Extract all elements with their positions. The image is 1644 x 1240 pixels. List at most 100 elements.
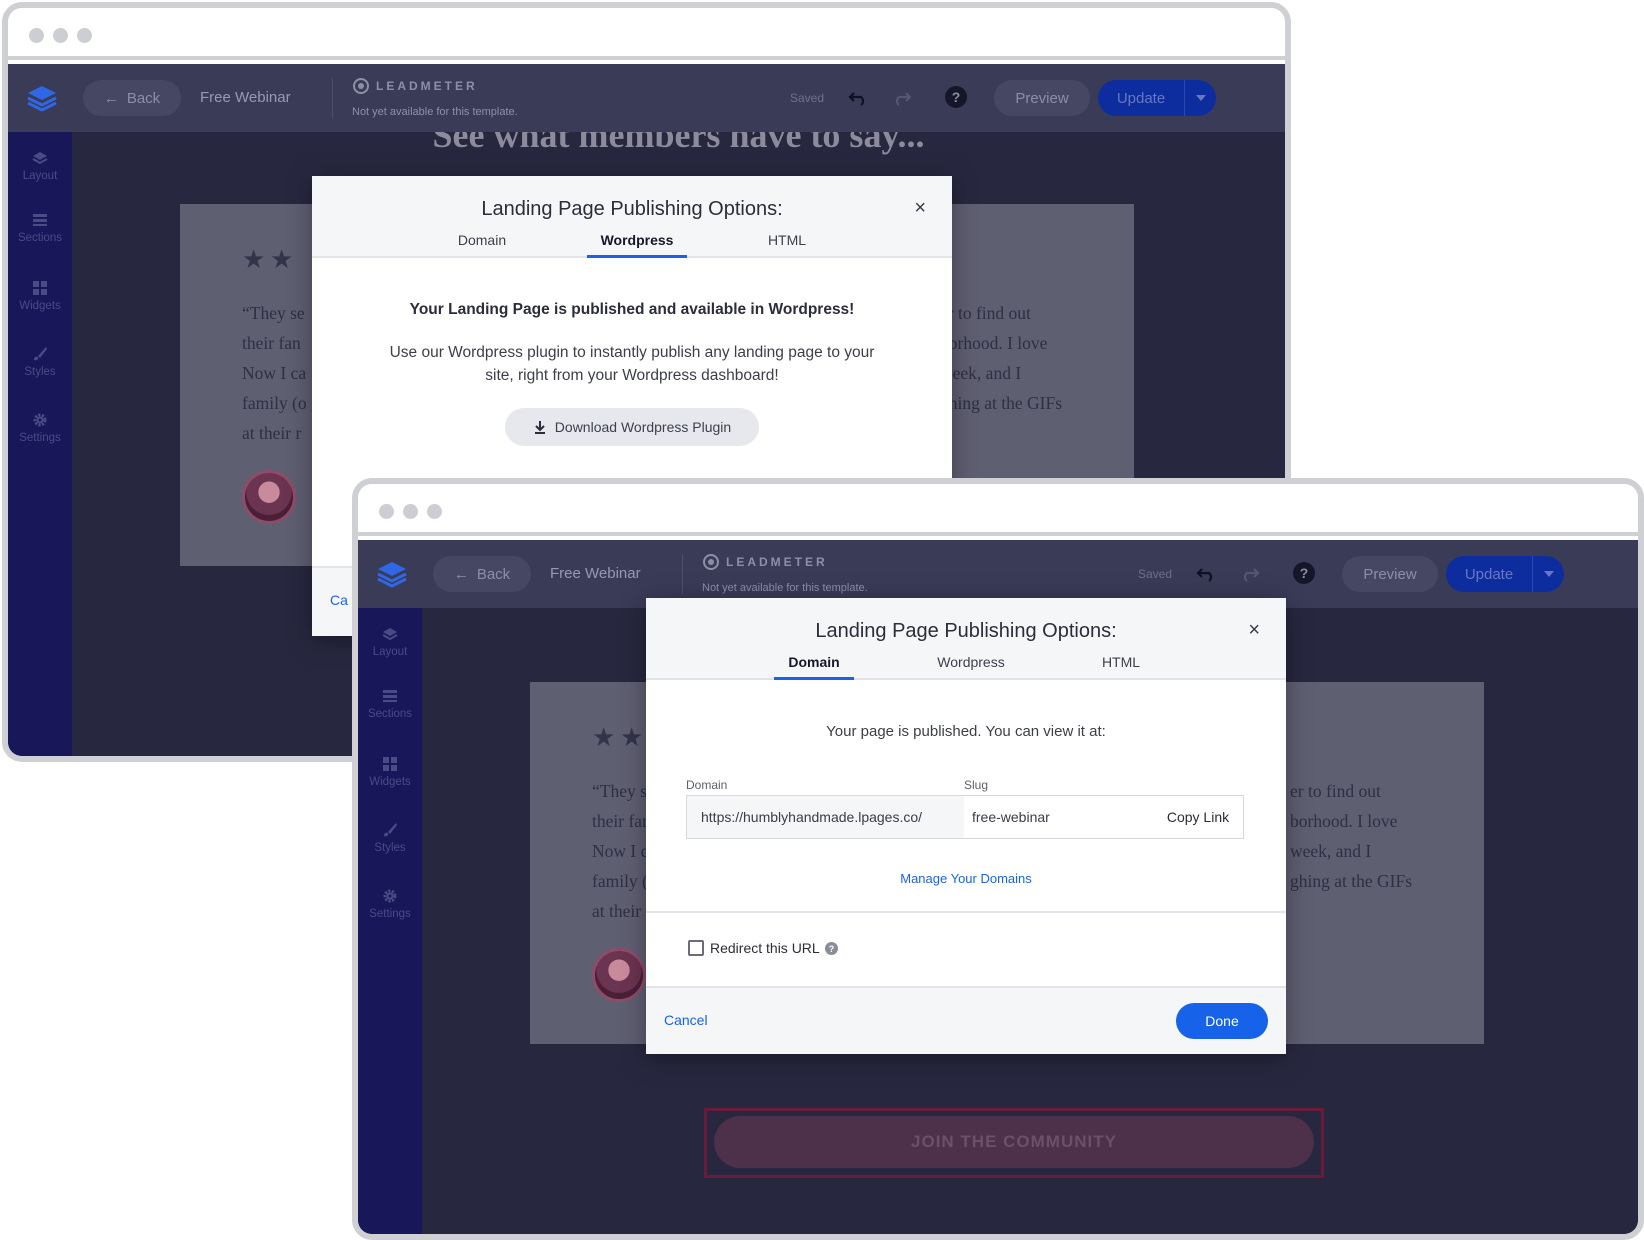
publishing-options-modal: Landing Page Publishing Options: × Domai… [646,598,1286,1054]
browser-window-front: ← Back Free Webinar LEADMETER Not yet av… [352,478,1644,1240]
app-logo-icon[interactable] [24,80,60,116]
copy-link-button[interactable]: Copy Link [1153,795,1244,839]
sidebar-item-layout[interactable]: Layout [8,150,72,202]
modal-title: Landing Page Publishing Options: [815,620,1117,642]
close-icon[interactable]: × [914,198,926,218]
integration-brand: LEADMETER [352,77,478,95]
divider [332,78,333,118]
sidebar-item-widgets[interactable]: Widgets [8,280,72,332]
gear-icon [383,889,397,903]
help-icon[interactable]: ? [825,942,838,955]
window-close-dot[interactable] [379,504,394,519]
window-minimize-dot[interactable] [53,28,68,43]
update-button[interactable]: Update [1446,556,1564,592]
slug-label: Slug [964,778,989,792]
widgets-icon [33,281,47,295]
published-intro: Your page is published. You can view it … [826,723,1106,740]
sidebar-item-settings[interactable]: Settings [8,412,72,464]
avatar [242,470,296,524]
cancel-link[interactable]: Ca [330,592,348,608]
star-icon: ★ [592,722,616,752]
sidebar-item-styles[interactable]: Styles [358,822,422,874]
preview-button[interactable]: Preview [1342,556,1438,592]
window-minimize-dot[interactable] [403,504,418,519]
sidebar-item-widgets[interactable]: Widgets [358,756,422,808]
window-titlebar [358,484,1638,536]
close-icon[interactable]: × [1248,620,1260,640]
sidebar-item-sections[interactable]: Sections [358,688,422,740]
tab-wordpress[interactable]: Wordpress [587,232,687,248]
tab-domain[interactable]: Domain [774,654,854,670]
star-icon: ★ [242,244,266,274]
caret-down-icon[interactable] [1532,556,1564,592]
page-name: Free Webinar [550,565,641,582]
window-titlebar [8,8,1285,60]
domain-field[interactable]: https://humblyhandmade.lpages.co/ [686,795,965,839]
saved-status: Saved [790,91,825,105]
target-icon [353,78,369,94]
modal-header: Landing Page Publishing Options: × Domai… [312,176,952,258]
arrow-left-icon: ← [453,565,469,583]
download-plugin-button[interactable]: Download Wordpress Plugin [505,408,759,446]
canvas-headline: See what members have to say... [432,132,925,155]
wordpress-published-title: Your Landing Page is published and avail… [409,301,855,318]
section-divider [646,911,1286,913]
cancel-link[interactable]: Cancel [664,1012,708,1028]
back-button[interactable]: ← Back [433,556,531,592]
redo-icon[interactable] [888,84,916,112]
testimonial-quote-right: er to find out borhood. I love week, and… [1290,781,1413,891]
update-button[interactable]: Update [1098,80,1216,116]
sidebar-item-sections[interactable]: Sections [8,212,72,264]
caret-down-icon[interactable] [1184,80,1216,116]
widgets-icon [383,757,397,771]
help-icon[interactable]: ? [1293,562,1315,584]
brush-icon [384,823,397,837]
done-button[interactable]: Done [1176,1003,1268,1039]
editor-sidebar: Layout Sections Widgets Styles Settings [8,132,72,756]
editor-app: ← Back Free Webinar LEADMETER Not yet av… [358,540,1638,1234]
layers-icon [32,152,48,165]
app-logo-icon[interactable] [374,556,410,592]
star-icon: ★ [620,722,644,752]
integration-note: Not yet available for this template. [702,582,868,594]
tab-domain[interactable]: Domain [447,232,517,248]
modal-header: Landing Page Publishing Options: × Domai… [646,598,1286,680]
modal-footer: Cancel Done [646,986,1286,1054]
redo-icon[interactable] [1236,560,1264,588]
active-tab-indicator [774,677,854,680]
star-icon: ★ [270,244,294,274]
sidebar-item-settings[interactable]: Settings [358,888,422,940]
avatar [592,948,646,1002]
slug-input[interactable]: free-webinar [964,795,1154,839]
integration-note: Not yet available for this template. [352,106,518,118]
tab-html[interactable]: HTML [762,232,812,248]
wordpress-description-line2: site, right from your Wordpress dashboar… [485,367,779,384]
testimonial-quote-right: er to find out borhood. I love week, and… [940,303,1063,413]
redirect-checkbox[interactable] [688,940,704,956]
tab-html[interactable]: HTML [1096,654,1146,670]
target-icon [703,554,719,570]
layers-icon [382,628,398,641]
sidebar-item-styles[interactable]: Styles [8,346,72,398]
join-community-button[interactable]: JOIN THE COMMUNITY [714,1116,1314,1168]
brush-icon [34,347,47,361]
divider [682,554,683,594]
download-icon [534,421,545,434]
manage-domains-link[interactable]: Manage Your Domains [646,871,1286,886]
tab-wordpress[interactable]: Wordpress [926,654,1016,670]
arrow-left-icon: ← [103,89,119,107]
saved-status: Saved [1138,567,1173,581]
window-maximize-dot[interactable] [77,28,92,43]
undo-icon[interactable] [844,84,872,112]
testimonial-quote-left: “They se their fan Now I ca family (o at… [242,303,307,443]
window-maximize-dot[interactable] [427,504,442,519]
sections-icon [33,214,47,226]
sidebar-item-layout[interactable]: Layout [358,626,422,678]
gear-icon [33,413,47,427]
help-icon[interactable]: ? [945,86,967,108]
undo-icon[interactable] [1192,560,1220,588]
active-tab-indicator [587,255,687,258]
preview-button[interactable]: Preview [994,80,1090,116]
back-button[interactable]: ← Back [83,80,181,116]
window-close-dot[interactable] [29,28,44,43]
